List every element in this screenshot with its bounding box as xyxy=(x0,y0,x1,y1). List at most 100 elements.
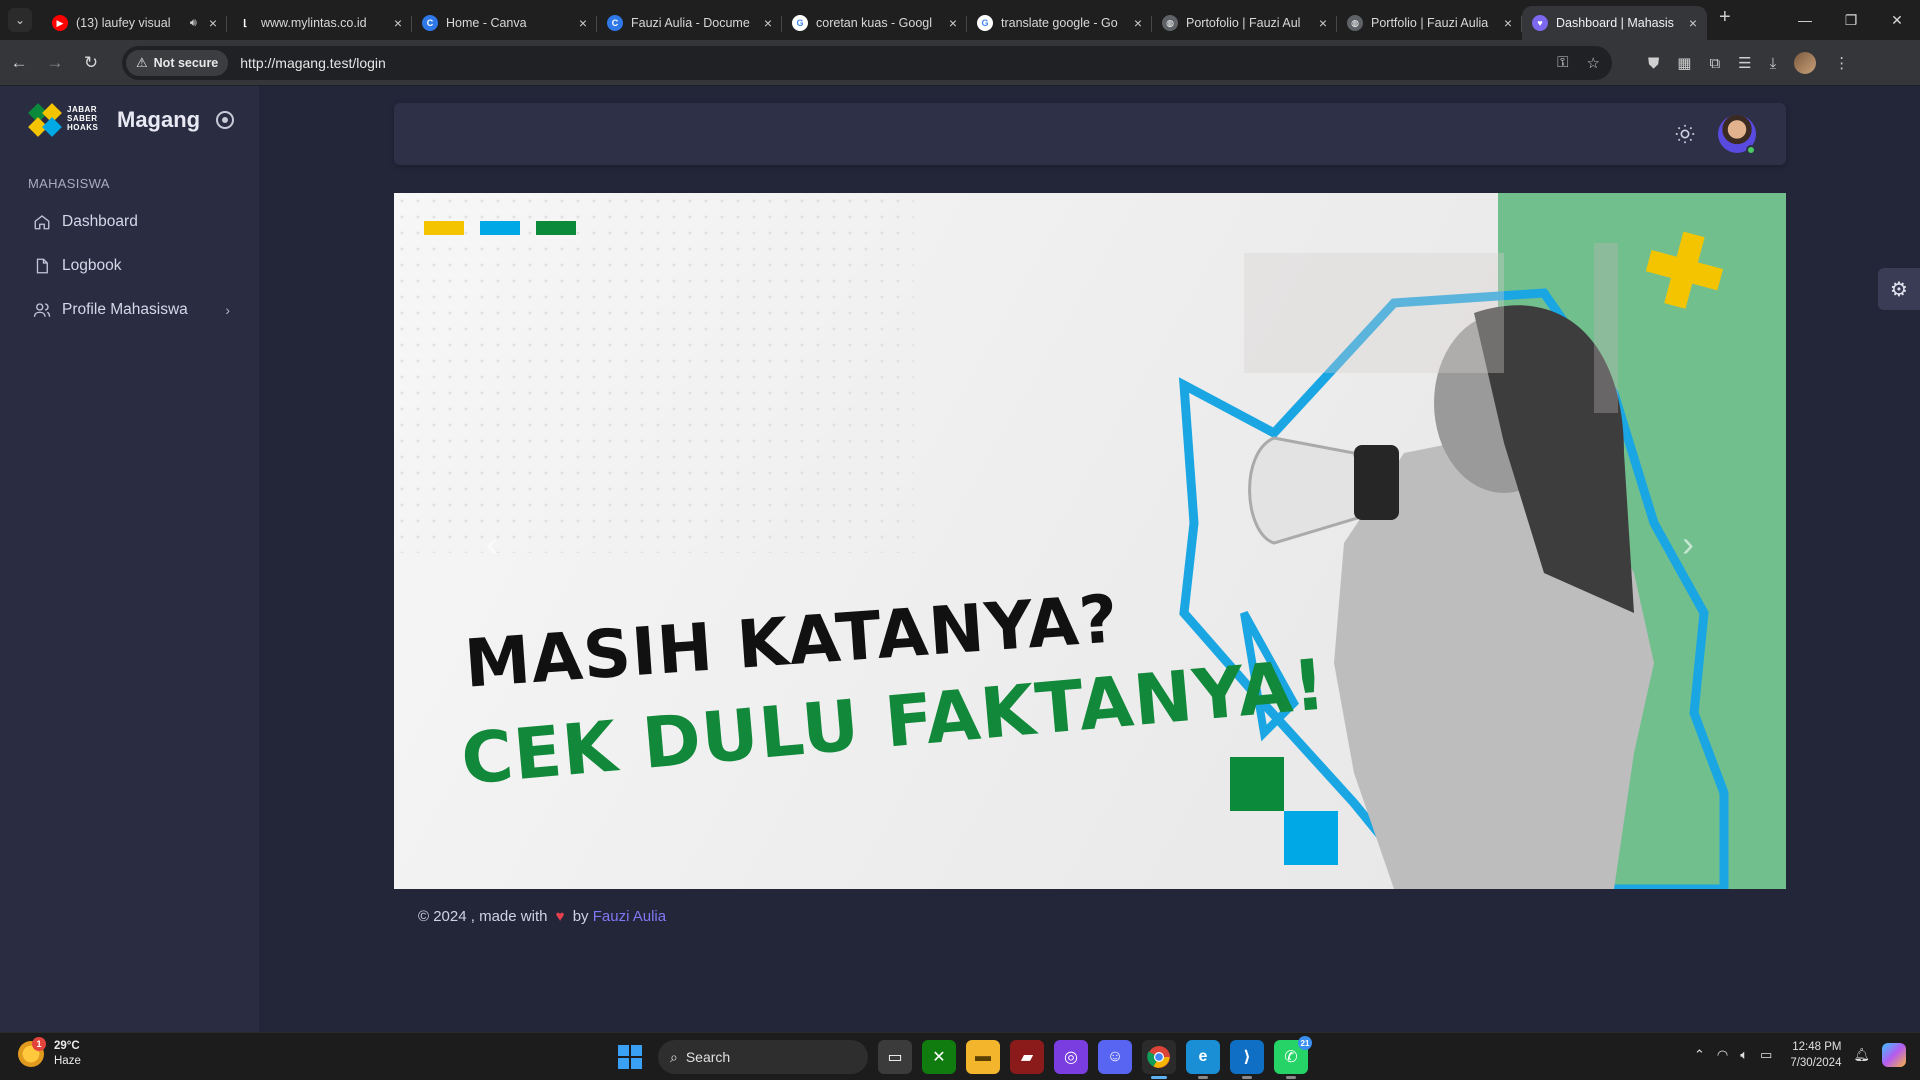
bookmark-star-icon[interactable]: ☆ xyxy=(1587,54,1600,72)
puzzle-extensions-icon[interactable]: ⧉ xyxy=(1709,55,1720,72)
brand-name: Magang xyxy=(117,107,201,132)
forward-button[interactable]: → xyxy=(38,46,72,80)
extensions-area: ⛊ ▦ ⧉ ☰ ⤓ ⋮ xyxy=(1648,46,1849,80)
sidebar-item-dashboard[interactable]: Dashboard xyxy=(20,200,242,244)
file-icon xyxy=(32,256,52,276)
sidebar-item-label: Logbook xyxy=(62,257,122,274)
tab-close-icon[interactable]: × xyxy=(209,15,217,31)
logo-text: JABAR SABER HOAKS xyxy=(67,105,99,132)
notification-bell-icon[interactable]: 🔔︎ xyxy=(1853,1047,1870,1063)
clock-date: 7/30/2024 xyxy=(1790,1057,1842,1069)
restore-button[interactable]: ❐ xyxy=(1828,0,1874,40)
tab-search-button[interactable]: ⌄ xyxy=(8,8,32,32)
vscode-icon[interactable]: ⟩ xyxy=(1230,1040,1264,1079)
page-footer: © 2024 , made with ♥ by Fauzi Aulia xyxy=(418,908,666,925)
browser-tab[interactable]: ⌊ www.mylintas.co.id × xyxy=(227,6,412,40)
reload-button[interactable]: ↻ xyxy=(74,46,108,80)
browser-tab[interactable]: Gcoretan kuas - Googl × xyxy=(782,6,967,40)
file-explorer-icon[interactable]: ▬ xyxy=(966,1040,1000,1074)
extension-icon[interactable]: ▦ xyxy=(1677,54,1691,72)
clock[interactable]: 12:48 PM 7/30/2024 xyxy=(1790,1039,1841,1071)
edge-icon[interactable]: e xyxy=(1186,1040,1220,1079)
chrome-menu-icon[interactable]: ⋮ xyxy=(1834,54,1849,72)
settings-gear-button[interactable]: ⚙ xyxy=(1878,268,1920,310)
browser-tab[interactable]: ♥ Dashboard | Mahasis × xyxy=(1522,6,1707,40)
weather-desc: Haze xyxy=(54,1055,81,1067)
sidebar-toggle-icon[interactable] xyxy=(216,111,235,129)
tab-title: coretan kuas - Googl xyxy=(816,16,933,30)
browser-tab[interactable]: Gtranslate google - Go × xyxy=(967,6,1152,40)
speaker-icon[interactable]: 🔊︎ xyxy=(190,17,197,30)
tab-close-icon[interactable]: × xyxy=(394,15,402,31)
home-icon xyxy=(32,212,52,232)
discord-icon[interactable]: ☺ xyxy=(1098,1040,1132,1074)
proton-app-icon[interactable]: ◎ xyxy=(1054,1040,1088,1074)
system-tray: ⌃ ◠ 🔈︎ ▭ 12:48 PM 7/30/2024 🔔︎ xyxy=(1694,1039,1906,1071)
battery-icon[interactable]: ▭ xyxy=(1760,1047,1772,1063)
wifi-icon[interactable]: ◠ xyxy=(1717,1047,1728,1063)
online-status-dot xyxy=(1746,145,1756,155)
password-key-icon[interactable]: ⚿ xyxy=(1557,54,1568,72)
tab-close-icon[interactable]: × xyxy=(1689,15,1697,31)
browser-tab[interactable]: ◍ Portofolio | Fauzi Aul × xyxy=(1152,6,1337,40)
volume-icon[interactable]: 🔈︎ xyxy=(1740,1047,1748,1063)
shield-extension-icon[interactable]: ⛊ xyxy=(1648,55,1659,72)
start-button[interactable] xyxy=(612,1039,648,1075)
whatsapp-icon[interactable]: ✆ 21 xyxy=(1274,1036,1312,1079)
hero-banner-carousel: MASIH KATANYA? CEK DULU FAKTANYA! ‹ › xyxy=(394,193,1786,889)
profile-avatar[interactable] xyxy=(1794,52,1817,74)
xbox-icon[interactable]: ✕ xyxy=(922,1040,956,1074)
tab-close-icon[interactable]: × xyxy=(579,15,587,31)
heart-logo-icon: ♥ xyxy=(1532,15,1548,31)
sidebar-item-profile-mahasiswa[interactable]: Profile Mahasiswa › xyxy=(20,288,242,332)
window-controls: — ❐ ✕ xyxy=(1782,0,1920,40)
footer-author-link[interactable]: Fauzi Aulia xyxy=(593,908,666,925)
tab-title: Fauzi Aulia - Docume xyxy=(631,16,750,30)
task-view-icon[interactable]: ▭ xyxy=(878,1040,912,1074)
tab-close-icon[interactable]: × xyxy=(764,15,772,31)
sidebar-item-logbook[interactable]: Logbook xyxy=(20,244,242,288)
close-window-button[interactable]: ✕ xyxy=(1874,0,1920,40)
footer-by: by xyxy=(572,908,589,925)
browser-tab[interactable]: C Fauzi Aulia - Docume × xyxy=(597,6,782,40)
youtube-icon: ▶ xyxy=(52,15,68,31)
gear-icon: ⚙ xyxy=(1890,278,1908,301)
back-button[interactable]: ← xyxy=(2,46,36,80)
minimize-button[interactable]: — xyxy=(1782,0,1828,40)
google-icon: G xyxy=(977,15,993,31)
carousel-prev-icon[interactable]: ‹ xyxy=(486,523,498,565)
brand[interactable]: JABAR SABER HOAKS Magang xyxy=(27,102,235,138)
search-icon: ⌕ xyxy=(670,1048,678,1065)
download-icon[interactable]: ⤓ xyxy=(1770,55,1777,72)
sidebar: JABAR SABER HOAKS Magang MAHASISWA Dashb… xyxy=(0,86,259,1032)
weather-temp: 29°C xyxy=(54,1040,80,1052)
tab-close-icon[interactable]: × xyxy=(1504,15,1512,31)
whatsapp-count-badge: 21 xyxy=(1298,1036,1312,1050)
chrome-icon[interactable] xyxy=(1142,1040,1176,1079)
security-label: Not secure xyxy=(153,56,219,70)
tab-close-icon[interactable]: × xyxy=(1134,15,1142,31)
browser-tab[interactable]: C Home - Canva × xyxy=(412,6,597,40)
browser-tab[interactable]: ◍ Portfolio | Fauzi Aulia × xyxy=(1337,6,1522,40)
new-tab-button[interactable]: + xyxy=(1719,6,1731,29)
tab-title: Home - Canva xyxy=(446,16,527,30)
url-text[interactable]: http://magang.test/login xyxy=(240,55,386,71)
carousel-next-icon[interactable]: › xyxy=(1682,523,1694,565)
security-chip[interactable]: ⚠ Not secure xyxy=(126,50,229,76)
chevron-up-icon[interactable]: ⌃ xyxy=(1694,1047,1705,1063)
taskbar-search[interactable]: ⌕ Search xyxy=(658,1040,868,1074)
game-app-icon[interactable]: ▰ xyxy=(1010,1040,1044,1074)
browser-tab[interactable]: ▶ (13) laufey visual 🔊︎ × xyxy=(42,6,227,40)
sidebar-menu: Dashboard Logbook Profile Mahasiswa › xyxy=(20,200,242,332)
copilot-icon[interactable] xyxy=(1882,1043,1906,1067)
tab-list: ▶ (13) laufey visual 🔊︎ × ⌊ www.mylintas.co.i… xyxy=(42,0,1707,40)
reading-list-icon[interactable]: ☰ xyxy=(1738,54,1751,72)
taskbar-apps: ⌕ Search ▭ ✕ ▬ ▰ ◎ ☺ e ⟩ ✆ 21 xyxy=(612,1036,1312,1079)
weather-widget[interactable]: 1 29°C Haze xyxy=(18,1037,81,1069)
clock-time: 12:48 PM xyxy=(1792,1041,1842,1053)
address-bar[interactable]: ⚠ Not secure http://magang.test/login ⚿ … xyxy=(122,46,1612,80)
tab-close-icon[interactable]: × xyxy=(949,15,957,31)
theme-toggle-sun-icon[interactable] xyxy=(1674,123,1696,145)
tab-close-icon[interactable]: × xyxy=(1319,15,1327,31)
canva-icon: C xyxy=(422,15,438,31)
